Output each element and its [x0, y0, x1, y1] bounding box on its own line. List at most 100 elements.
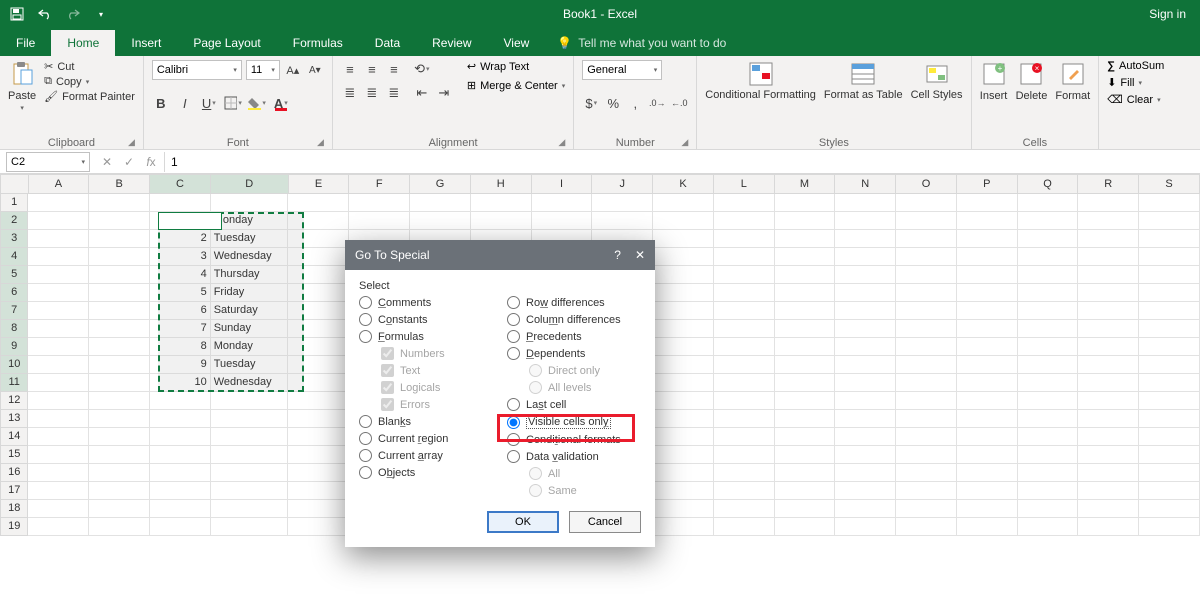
cell[interactable] — [89, 230, 150, 248]
col-header[interactable]: J — [592, 174, 653, 194]
cell[interactable] — [1078, 446, 1139, 464]
cell[interactable] — [775, 194, 836, 212]
cell[interactable] — [1018, 194, 1079, 212]
cell[interactable] — [1078, 212, 1139, 230]
cell[interactable] — [653, 410, 714, 428]
cell[interactable] — [775, 410, 836, 428]
cell[interactable] — [957, 482, 1018, 500]
cell[interactable] — [28, 302, 89, 320]
dialog-titlebar[interactable]: Go To Special ? ✕ — [345, 240, 655, 270]
opt-visible-cells[interactable]: Visible cells only — [507, 415, 641, 429]
cell[interactable] — [957, 392, 1018, 410]
cell[interactable] — [775, 230, 836, 248]
cell[interactable] — [835, 212, 896, 230]
cell[interactable] — [150, 194, 211, 212]
cell[interactable] — [714, 428, 775, 446]
cell[interactable] — [89, 428, 150, 446]
cell[interactable] — [1139, 464, 1200, 482]
cell[interactable] — [1139, 500, 1200, 518]
col-header[interactable]: B — [89, 174, 150, 194]
comma-format-icon[interactable]: , — [626, 94, 644, 112]
cell[interactable] — [1018, 518, 1079, 536]
cell[interactable] — [653, 284, 714, 302]
cell[interactable] — [896, 500, 957, 518]
cell[interactable]: Saturday — [211, 302, 289, 320]
cell[interactable] — [896, 482, 957, 500]
cell[interactable] — [835, 248, 896, 266]
cell[interactable] — [1078, 428, 1139, 446]
col-header[interactable]: Q — [1018, 174, 1079, 194]
decrease-indent-icon[interactable]: ⇤ — [413, 84, 431, 102]
cell[interactable] — [714, 392, 775, 410]
cell[interactable] — [653, 338, 714, 356]
align-top-icon[interactable]: ≡ — [341, 60, 359, 78]
cell[interactable] — [1018, 446, 1079, 464]
bold-button[interactable]: B — [152, 94, 170, 112]
cell[interactable] — [28, 266, 89, 284]
row-header[interactable]: 5 — [0, 266, 28, 284]
cell[interactable] — [957, 500, 1018, 518]
cell[interactable] — [1078, 482, 1139, 500]
cell[interactable] — [957, 464, 1018, 482]
col-header[interactable]: L — [714, 174, 775, 194]
cell[interactable] — [896, 284, 957, 302]
cell[interactable] — [1018, 320, 1079, 338]
cell[interactable] — [211, 410, 289, 428]
cell[interactable] — [89, 302, 150, 320]
tab-file[interactable]: File — [0, 30, 51, 56]
cell[interactable] — [288, 410, 349, 428]
cell[interactable] — [150, 392, 211, 410]
align-left-icon[interactable]: ≣ — [341, 84, 359, 102]
increase-decimal-icon[interactable]: .0→ — [648, 94, 666, 112]
cell[interactable] — [714, 248, 775, 266]
cell[interactable] — [150, 464, 211, 482]
cell[interactable] — [89, 212, 150, 230]
cell[interactable] — [1018, 302, 1079, 320]
cell[interactable] — [957, 374, 1018, 392]
fx-icon[interactable]: fx — [140, 152, 162, 172]
cell[interactable] — [471, 194, 532, 212]
row-header[interactable]: 18 — [0, 500, 28, 518]
cell[interactable] — [835, 410, 896, 428]
col-header[interactable]: I — [532, 174, 593, 194]
fill-color-button[interactable]: ▾ — [248, 94, 266, 112]
cell[interactable] — [714, 266, 775, 284]
cell[interactable] — [714, 302, 775, 320]
increase-indent-icon[interactable]: ⇥ — [435, 84, 453, 102]
cell[interactable] — [89, 464, 150, 482]
opt-current-array[interactable]: Current array — [359, 449, 493, 462]
cell[interactable] — [775, 338, 836, 356]
cell[interactable] — [1139, 266, 1200, 284]
cell[interactable]: Wednesday — [211, 248, 289, 266]
cell[interactable] — [211, 194, 289, 212]
cell[interactable] — [1139, 212, 1200, 230]
cell[interactable] — [150, 482, 211, 500]
format-as-table-button[interactable]: Format as Table — [824, 60, 903, 101]
cell[interactable] — [349, 212, 410, 230]
cell[interactable] — [349, 194, 410, 212]
opt-formulas[interactable]: Formulas — [359, 330, 493, 343]
cell[interactable]: 6 — [150, 302, 211, 320]
align-middle-icon[interactable]: ≡ — [363, 60, 381, 78]
tab-page-layout[interactable]: Page Layout — [177, 30, 276, 56]
cell[interactable]: 1 — [150, 212, 211, 230]
cell[interactable] — [775, 356, 836, 374]
cell[interactable] — [1139, 374, 1200, 392]
cell[interactable] — [288, 248, 349, 266]
cell[interactable]: Monday — [211, 212, 289, 230]
cell[interactable] — [1078, 230, 1139, 248]
cell[interactable] — [835, 518, 896, 536]
cell[interactable] — [957, 338, 1018, 356]
cell[interactable] — [1078, 194, 1139, 212]
cell[interactable] — [896, 302, 957, 320]
format-cells-button[interactable]: Format — [1055, 60, 1090, 102]
cell[interactable] — [896, 518, 957, 536]
autosum-button[interactable]: ∑AutoSum — [1107, 60, 1164, 72]
col-header[interactable]: H — [471, 174, 532, 194]
cell[interactable] — [957, 284, 1018, 302]
cell[interactable] — [835, 428, 896, 446]
cell[interactable] — [288, 374, 349, 392]
cell[interactable] — [471, 212, 532, 230]
cell[interactable] — [1018, 374, 1079, 392]
cell[interactable] — [532, 194, 593, 212]
